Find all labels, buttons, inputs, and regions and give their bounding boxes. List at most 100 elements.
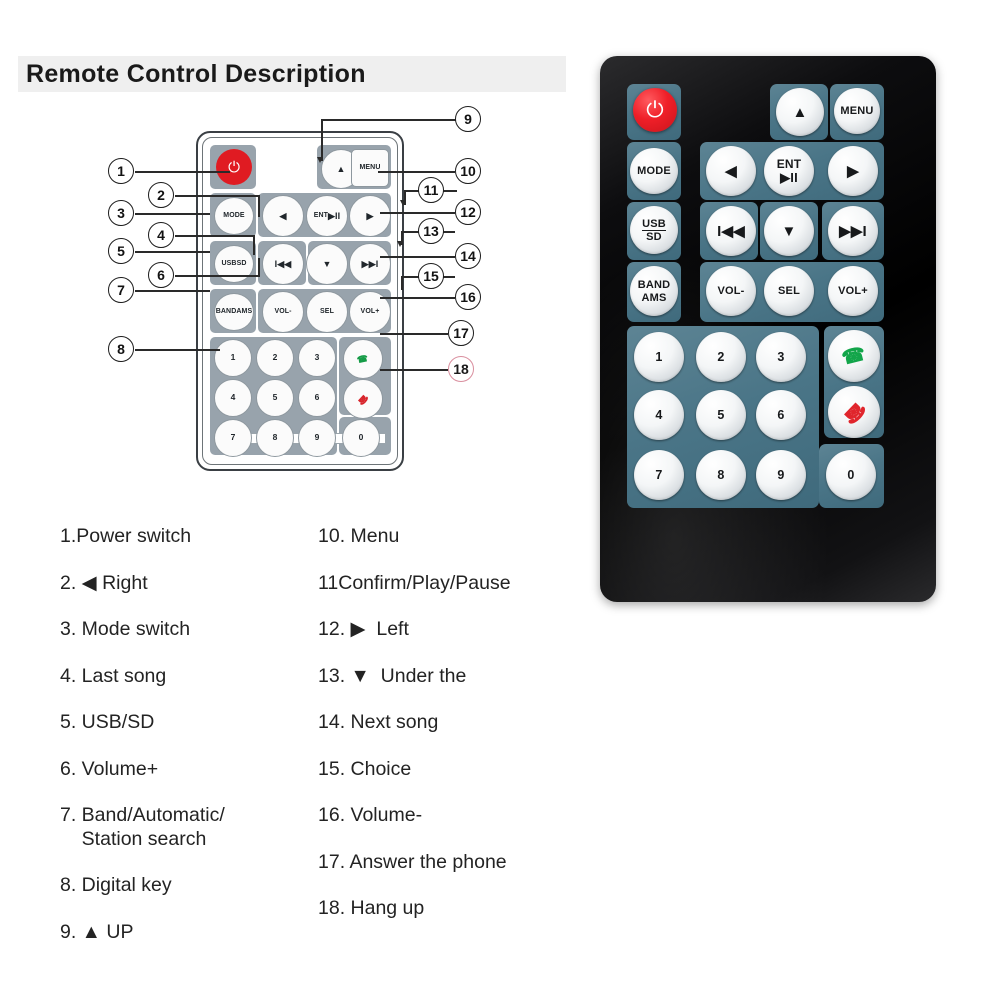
callout-9[interactable]: 9	[455, 106, 481, 132]
callout-2[interactable]: 2	[148, 182, 174, 208]
photo-volminus-button[interactable]: VOL-	[706, 266, 756, 316]
diagram-key-5[interactable]: 5	[256, 379, 294, 417]
photo-key-4[interactable]: 4	[634, 390, 684, 440]
diagram-key-9[interactable]: 9	[298, 419, 336, 457]
diagram-usbsd-button[interactable]: USB SD	[214, 245, 254, 283]
phone-answer-icon: ☎	[356, 352, 370, 365]
previous-track-icon: I◀◀	[274, 258, 292, 269]
diagram-answer-button[interactable]: ☎	[343, 339, 383, 379]
photo-hangup-button[interactable]: ☎	[828, 386, 880, 438]
leader-arrow-9	[317, 157, 323, 163]
callout-15[interactable]: 15	[418, 263, 444, 289]
photo-mode-button[interactable]: MODE	[630, 148, 678, 194]
legend-item-17: 17. Answer the phone	[318, 850, 507, 873]
callout-5[interactable]: 5	[108, 238, 134, 264]
photo-bandams-button[interactable]: BAND AMS	[630, 266, 678, 316]
diagram-bandams-button[interactable]: BAND AMS	[214, 293, 254, 331]
callout-1[interactable]: 1	[108, 158, 134, 184]
photo-menu-button[interactable]: MENU	[834, 88, 880, 134]
diagram-key-0[interactable]: 0	[342, 419, 380, 457]
callout-11[interactable]: 11	[418, 177, 444, 203]
leader-arrow-13	[397, 241, 403, 247]
callout-7[interactable]: 7	[108, 277, 134, 303]
photo-ams-label: AMS	[641, 292, 667, 304]
photo-key-7[interactable]: 7	[634, 450, 684, 500]
photo-key-9[interactable]: 9	[756, 450, 806, 500]
diagram-ent-button[interactable]: ENT ▶II	[306, 195, 348, 237]
diagram-volminus-button[interactable]: VOL-	[262, 291, 304, 333]
photo-key-0[interactable]: 0	[826, 450, 876, 500]
callout-8[interactable]: 8	[108, 336, 134, 362]
photo-usbsd-button[interactable]: USB SD	[630, 206, 678, 254]
photo-ent-button[interactable]: ENT ▶II	[764, 146, 814, 196]
diagram-key-6[interactable]: 6	[298, 379, 336, 417]
diagram-mode-button[interactable]: MODE	[214, 197, 254, 235]
photo-sel-button[interactable]: SEL	[764, 266, 814, 316]
photo-key-1[interactable]: 1	[634, 332, 684, 382]
diagram-key-1[interactable]: 1	[214, 339, 252, 377]
photo-key-5[interactable]: 5	[696, 390, 746, 440]
callout-14[interactable]: 14	[455, 243, 481, 269]
photo-up-button[interactable]: ▲	[776, 88, 824, 136]
photo-key-3[interactable]: 3	[756, 332, 806, 382]
previous-track-icon: I◀◀	[717, 222, 745, 240]
diagram-key-3[interactable]: 3	[298, 339, 336, 377]
legend-column-right: 10. Menu 11Confirm/Play/Pause 12. ▶ Left…	[318, 524, 648, 943]
diagram-key-4[interactable]: 4	[214, 379, 252, 417]
photo-key-1-label: 1	[655, 349, 663, 364]
photo-down-button[interactable]: ▼	[764, 206, 814, 256]
photo-volplus-button[interactable]: VOL+	[828, 266, 878, 316]
callout-13[interactable]: 13	[418, 218, 444, 244]
diagram-menu-button[interactable]: MENU	[351, 149, 389, 187]
diagram-right-button[interactable]: ▶	[349, 195, 391, 237]
diagram-key-2[interactable]: 2	[256, 339, 294, 377]
photo-sd-label: SD	[646, 231, 662, 243]
callout-6[interactable]: 6	[148, 262, 174, 288]
photo-power-button[interactable]: ⏻	[633, 88, 677, 132]
phone-hangup-icon: ☎	[355, 391, 371, 407]
callout-17[interactable]: 17	[448, 320, 474, 346]
legend-item-18: 18. Hang up	[318, 897, 425, 919]
legend-item-4: 4. Last song	[60, 664, 167, 687]
diagram-prev-button[interactable]: I◀◀	[262, 243, 304, 285]
diagram-power-button[interactable]: ⏻	[216, 149, 252, 185]
photo-key-5-label: 5	[717, 407, 725, 422]
photo-key-6[interactable]: 6	[756, 390, 806, 440]
photo-answer-button[interactable]: ☎	[828, 330, 880, 382]
diagram-next-button[interactable]: ▶▶I	[349, 243, 391, 285]
remote-photo: ⏻ ▲ MENU MODE ◀ ENT ▶II ▶ USB SD I◀◀ ▼ ▶…	[600, 56, 936, 602]
diagram-key-7[interactable]: 7	[214, 419, 252, 457]
diagram-volplus-label: VOL+	[360, 308, 380, 316]
diagram-hangup-button[interactable]: ☎	[343, 379, 383, 419]
leader-line-3	[135, 213, 210, 215]
callout-4[interactable]: 4	[148, 222, 174, 248]
photo-band-label: BAND	[637, 279, 671, 291]
leader-line-10	[378, 171, 455, 173]
diagram-key-5-label: 5	[272, 392, 278, 403]
diagram-sel-button[interactable]: SEL	[306, 291, 348, 333]
leader-line-12	[380, 212, 455, 214]
photo-key-2[interactable]: 2	[696, 332, 746, 382]
diagram-down-button[interactable]: ▼	[306, 243, 348, 285]
callout-12[interactable]: 12	[455, 199, 481, 225]
power-icon: ⏻	[646, 97, 664, 122]
callout-10[interactable]: 10	[455, 158, 481, 184]
callout-3[interactable]: 3	[108, 200, 134, 226]
photo-next-button[interactable]: ▶▶I	[828, 206, 878, 256]
callout-16[interactable]: 16	[455, 284, 481, 310]
leader-line-9	[322, 119, 457, 121]
legend-item-2: 2. ◀ Right	[60, 571, 148, 594]
diagram-left-button[interactable]: ◀	[262, 195, 304, 237]
diagram-key-8[interactable]: 8	[256, 419, 294, 457]
leader-line-15v	[401, 276, 403, 290]
photo-key-8[interactable]: 8	[696, 450, 746, 500]
photo-right-button[interactable]: ▶	[828, 146, 878, 196]
photo-key-0-label: 0	[847, 467, 855, 482]
photo-key-8-label: 8	[717, 467, 725, 482]
callout-18[interactable]: 18	[448, 356, 474, 382]
photo-left-button[interactable]: ◀	[706, 146, 756, 196]
leader-line-6v	[258, 258, 260, 276]
photo-prev-button[interactable]: I◀◀	[706, 206, 756, 256]
legend-item-1: 1.Power switch	[60, 525, 192, 547]
diagram-volminus-label: VOL-	[274, 308, 292, 316]
